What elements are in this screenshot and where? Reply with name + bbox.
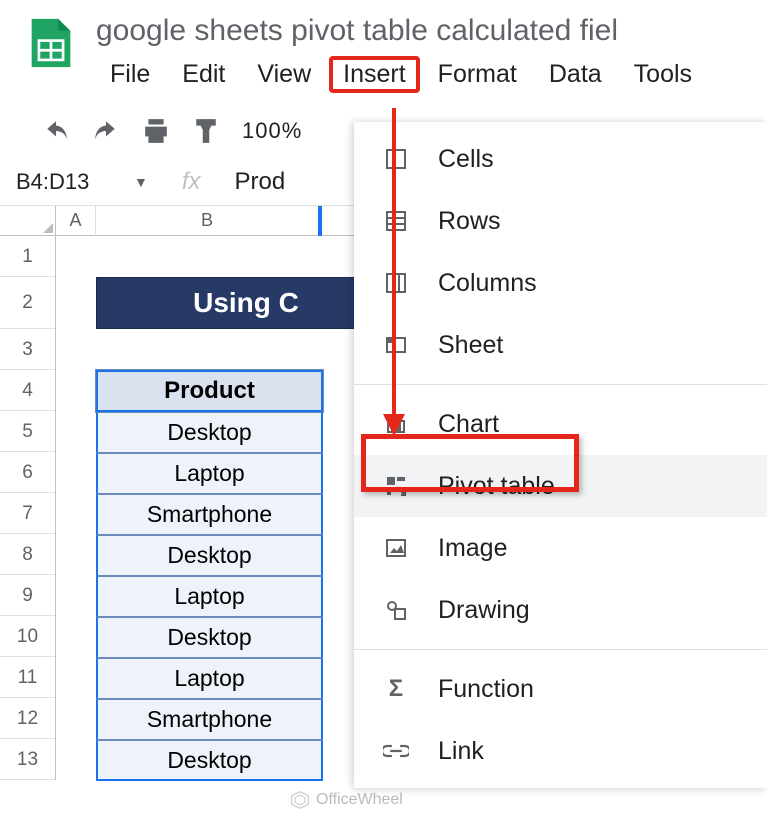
name-box-caret-icon[interactable]: ▼ — [134, 174, 148, 190]
row-header[interactable]: 3 — [0, 329, 55, 370]
insert-sheet[interactable]: Sheet — [354, 314, 767, 376]
print-icon[interactable] — [142, 117, 170, 145]
paint-format-icon[interactable] — [192, 117, 220, 145]
insert-chart-label: Chart — [438, 410, 499, 439]
cells-icon — [382, 145, 410, 173]
data-cell[interactable]: Laptop — [96, 453, 323, 494]
pivot-table-icon — [382, 472, 410, 500]
row-header[interactable]: 10 — [0, 616, 55, 657]
row-header[interactable]: 6 — [0, 452, 55, 493]
row-header[interactable]: 8 — [0, 534, 55, 575]
menu-view[interactable]: View — [243, 56, 325, 93]
insert-function-label: Function — [438, 675, 534, 704]
chart-icon — [382, 410, 410, 438]
menu-format[interactable]: Format — [424, 56, 531, 93]
insert-columns-label: Columns — [438, 269, 537, 298]
menu-insert[interactable]: Insert — [329, 56, 420, 93]
menu-divider — [354, 384, 767, 385]
insert-function[interactable]: Σ Function — [354, 658, 767, 720]
row-header[interactable]: 2 — [0, 277, 55, 329]
menu-bar: File Edit View Insert Format Data Tools — [96, 54, 767, 93]
redo-icon[interactable] — [92, 117, 120, 145]
col-header-b[interactable]: B — [96, 206, 322, 236]
sheet-icon — [382, 331, 410, 359]
fx-label: fx — [182, 168, 201, 196]
menu-tools[interactable]: Tools — [620, 56, 706, 93]
data-cell[interactable]: Desktop — [96, 412, 323, 453]
row-header[interactable]: 5 — [0, 411, 55, 452]
menu-file[interactable]: File — [96, 56, 164, 93]
function-icon: Σ — [382, 675, 410, 703]
undo-icon[interactable] — [42, 117, 70, 145]
row-header[interactable]: 13 — [0, 739, 55, 780]
data-cell[interactable]: Desktop — [96, 535, 323, 576]
insert-drawing-label: Drawing — [438, 596, 530, 625]
link-icon — [382, 737, 410, 765]
insert-rows[interactable]: Rows — [354, 190, 767, 252]
menu-divider — [354, 649, 767, 650]
watermark-text: OfficeWheel — [316, 791, 403, 809]
menu-edit[interactable]: Edit — [168, 56, 239, 93]
row-header[interactable]: 1 — [0, 236, 55, 277]
row-header[interactable]: 12 — [0, 698, 55, 739]
data-cell[interactable]: Laptop — [96, 658, 323, 699]
sheets-logo — [22, 14, 80, 72]
insert-pivot-table[interactable]: Pivot table — [354, 455, 767, 517]
image-icon — [382, 534, 410, 562]
insert-cells[interactable]: Cells — [354, 128, 767, 190]
insert-image-label: Image — [438, 534, 507, 563]
drawing-icon — [382, 596, 410, 624]
insert-link-label: Link — [438, 737, 484, 766]
data-cell[interactable]: Smartphone — [96, 699, 323, 740]
data-cell[interactable]: Laptop — [96, 576, 323, 617]
col-header-a[interactable]: A — [56, 206, 96, 236]
insert-rows-label: Rows — [438, 207, 501, 236]
insert-link[interactable]: Link — [354, 720, 767, 782]
insert-dropdown-menu: Cells Rows Columns Sheet Chart Pivot tab… — [354, 122, 767, 788]
data-cell[interactable]: Desktop — [96, 617, 323, 658]
rows-icon — [382, 207, 410, 235]
watermark: OfficeWheel — [290, 790, 403, 810]
table-header-product[interactable]: Product — [96, 370, 323, 412]
row-header[interactable]: 7 — [0, 493, 55, 534]
row-header[interactable]: 4 — [0, 370, 55, 411]
data-cell[interactable]: Smartphone — [96, 494, 323, 535]
formula-bar[interactable]: Prod — [235, 168, 286, 196]
insert-chart[interactable]: Chart — [354, 393, 767, 455]
data-cell[interactable]: Desktop — [96, 740, 323, 781]
insert-image[interactable]: Image — [354, 517, 767, 579]
insert-pivot-table-label: Pivot table — [438, 472, 555, 501]
name-box[interactable]: B4:D13 — [6, 165, 132, 199]
banner-cell[interactable]: Using C — [96, 277, 396, 329]
columns-icon — [382, 269, 410, 297]
insert-sheet-label: Sheet — [438, 331, 503, 360]
row-header[interactable]: 11 — [0, 657, 55, 698]
document-title[interactable]: google sheets pivot table calculated fie… — [96, 14, 767, 54]
row-header[interactable]: 9 — [0, 575, 55, 616]
insert-cells-label: Cells — [438, 145, 494, 174]
insert-columns[interactable]: Columns — [354, 252, 767, 314]
zoom-level[interactable]: 100% — [242, 118, 302, 144]
select-all-corner[interactable] — [0, 206, 56, 236]
menu-data[interactable]: Data — [535, 56, 616, 93]
insert-drawing[interactable]: Drawing — [354, 579, 767, 641]
